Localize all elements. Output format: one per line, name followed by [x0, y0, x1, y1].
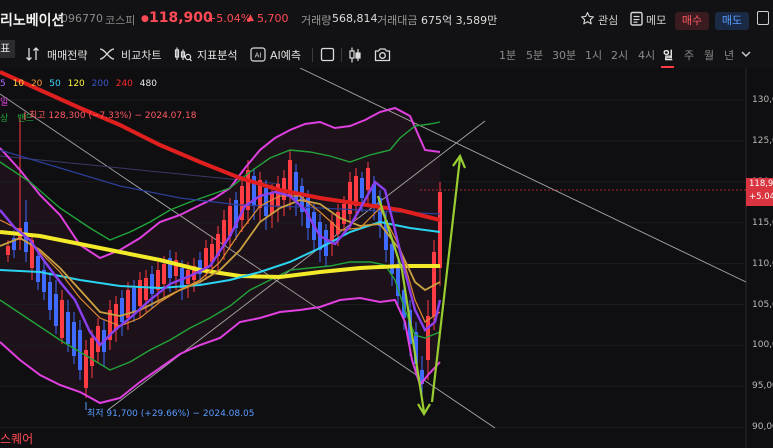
favorite-button[interactable]: 관심 [598, 12, 618, 28]
ma-480: 480 [139, 79, 157, 89]
buy-button[interactable]: 매수 [675, 12, 709, 30]
candle-icon[interactable] [348, 47, 362, 63]
candle-body [438, 192, 442, 268]
legend-line2: 일 [0, 98, 9, 108]
stock-header: 리노베이션 096770 코스피 ● 118,900 +5.04% ▲ 5,70… [0, 0, 773, 40]
y-tick-label: 105,0 [752, 299, 773, 310]
period-week[interactable]: 주 [684, 47, 694, 63]
current-price: 118,900 [149, 10, 213, 26]
ai-icon[interactable]: AI [250, 47, 266, 62]
ma-5: 5 [0, 79, 6, 89]
candle-body [366, 168, 370, 190]
chart-toolbar: 지표 매매전략 비교차트 지표분석 AI AI예측 1분 5분 30분 1시 2… [0, 40, 773, 69]
current-price-tag: 118,90 +5.04 [746, 178, 773, 206]
up-triangle-icon: ▲ [247, 13, 254, 23]
current-price-tag-change: +5.04 [749, 192, 773, 202]
candle-body [90, 338, 94, 366]
candle-body [36, 256, 40, 282]
candle-body [294, 172, 298, 202]
ma-legend[interactable]: 5 10 20 50 120 200 240 480 [0, 79, 157, 89]
candle-body [162, 264, 166, 284]
volume-label: 거래량 [301, 14, 332, 27]
candle-body [6, 246, 10, 255]
candle-body [60, 300, 64, 338]
indicator-label: 지표 [0, 42, 11, 55]
candle-body [270, 192, 274, 214]
svg-text:AI: AI [255, 52, 262, 60]
indicator-analysis-icon[interactable] [174, 47, 192, 62]
amount-value: 675억 3,589만 [421, 14, 498, 27]
ma-20: 20 [30, 79, 43, 89]
candle-body [54, 294, 58, 326]
current-price-tag-value: 118,90 [749, 179, 773, 189]
candle-body [72, 322, 76, 356]
period-day[interactable]: 일 [663, 47, 673, 63]
ma-120: 120 [67, 79, 85, 89]
ma-200: 200 [91, 79, 109, 89]
compare-chart-button[interactable]: 비교차트 [121, 47, 161, 63]
memo-button[interactable]: 메모 [646, 12, 666, 28]
market-label: 코스피 [105, 14, 136, 27]
indicator-analysis-button[interactable]: 지표분석 [197, 47, 237, 63]
candle-body [66, 312, 70, 344]
y-tick-label: 115,0 [752, 217, 773, 228]
stock-code: 096770 [61, 12, 103, 25]
period-2hour[interactable]: 2시 [611, 47, 628, 63]
period-month[interactable]: 월 [704, 47, 714, 63]
compare-icon[interactable] [99, 47, 115, 61]
low-label: 최저 91,700 (+29.66%) − 2024.08.05 [87, 409, 255, 419]
period-30min[interactable]: 30분 [552, 47, 576, 63]
sort-arrows-icon[interactable] [25, 47, 41, 61]
candle-body [144, 278, 148, 300]
y-tick-label: 100,0 [752, 340, 773, 351]
y-tick-label: 90,00 [752, 422, 773, 433]
candle-body [48, 282, 52, 310]
price-chart[interactable] [0, 68, 773, 448]
amount-label: 거래대금 [377, 14, 418, 27]
candle-body [120, 298, 124, 322]
period-4hour[interactable]: 4시 [638, 47, 655, 63]
toolbar-divider [312, 48, 313, 62]
ai-prediction-button[interactable]: AI예측 [270, 47, 301, 63]
window-icon[interactable] [757, 11, 769, 25]
candle-body [78, 330, 82, 370]
legend-line3-a: 상 [0, 114, 9, 124]
y-tick-label: 110,0 [752, 258, 773, 269]
change-amount: 5,700 [257, 12, 289, 25]
candle-body [150, 274, 154, 294]
square-icon[interactable] [320, 47, 335, 62]
memo-icon[interactable] [630, 11, 643, 26]
volume-value: 568,814 [332, 12, 378, 25]
stock-name: 리노베이션 [0, 13, 65, 29]
high-label: 최고 128,300 (−7.33%) − 2024.07.18 [29, 111, 197, 121]
candle-body [138, 280, 142, 306]
y-tick-label: 95,00 [752, 381, 773, 392]
ma-240: 240 [115, 79, 133, 89]
candle-body [204, 248, 208, 268]
trade-strategy-button[interactable]: 매매전략 [47, 47, 87, 63]
sell-button[interactable]: 매도 [715, 12, 749, 30]
status-dot: ● [141, 14, 149, 24]
y-tick-label: 125,0 [752, 135, 773, 146]
ma-10: 10 [12, 79, 25, 89]
toolbar-divider [341, 48, 342, 62]
period-1min[interactable]: 1분 [499, 47, 516, 63]
candle-body [114, 304, 118, 330]
star-icon[interactable] [580, 11, 595, 26]
chevron-down-icon[interactable] [741, 51, 751, 58]
indicator-button[interactable]: 지표 [0, 40, 15, 58]
ma-50: 50 [49, 79, 61, 89]
indicator-name[interactable]: 스퀘어 [0, 430, 33, 447]
change-percent: +5.04% [207, 12, 252, 25]
camera-icon[interactable] [374, 47, 391, 62]
period-1hour[interactable]: 1시 [585, 47, 602, 63]
candle-body [132, 288, 136, 312]
period-5min[interactable]: 5분 [526, 47, 543, 63]
y-tick-label: 130,0 [752, 95, 773, 105]
candle-body [390, 244, 394, 274]
candle-body [360, 178, 364, 198]
period-year[interactable]: 년 [724, 47, 734, 63]
